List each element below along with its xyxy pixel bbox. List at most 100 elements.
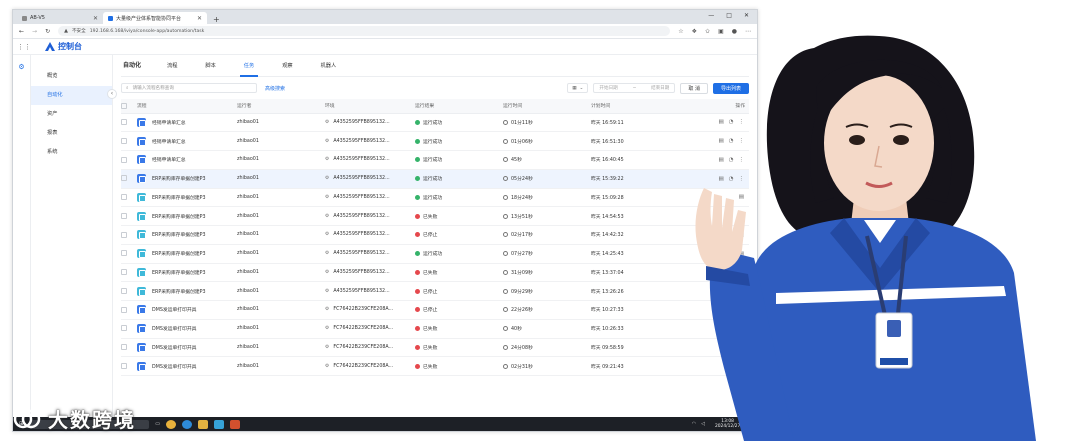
close-window-icon[interactable]: ✕ <box>744 12 749 19</box>
table-row[interactable]: 经销申请单汇总 zhibao01 ⚙ A4352595FFB895132... 运行成功… <box>121 113 749 133</box>
table-row[interactable]: ERP采购库存单据创建P3 zhibao01 ⚙ A4352595FFB895132.… <box>121 206 749 226</box>
sidebar-item-automation[interactable]: 自动化 <box>31 86 112 105</box>
browser-tab-active[interactable]: 大量级产业体系智能协同平台 ✕ <box>103 12 207 24</box>
row-checkbox-cell <box>121 300 137 320</box>
browser-tab[interactable]: AB-V5 ✕ <box>17 12 103 24</box>
cell-env: ⚙ A4352595FFB895132... <box>325 188 415 208</box>
maximize-icon[interactable]: □ <box>726 12 732 19</box>
sidebar-item-overview[interactable]: 概览 <box>31 67 112 86</box>
row-checkbox[interactable] <box>121 306 127 313</box>
cell-user: zhibao01 <box>237 150 325 170</box>
tab-task[interactable]: 任务 <box>230 55 268 77</box>
table-row[interactable]: ERP采购库存单据创建P3 zhibao01 ⚙ A4352595FFB895132.… <box>121 244 749 264</box>
cell-time: 昨天 10:27:33 <box>591 300 683 320</box>
new-tab-icon[interactable]: + <box>207 15 226 24</box>
clock-icon <box>503 138 508 144</box>
status-dot-icon <box>415 344 420 350</box>
select-all-checkbox[interactable] <box>121 102 127 109</box>
tab-observe[interactable]: 观察 <box>268 55 306 77</box>
clock-icon <box>503 251 508 257</box>
cell-duration: 05分24秒 <box>503 169 591 189</box>
table-row[interactable]: DMS发运单打印开具 zhibao01 ⚙ FC76422B239CFE208A...… <box>121 338 749 358</box>
date-range-picker[interactable]: 开始日期 ~ 结束日期 <box>593 83 676 93</box>
cell-flow: 经销申请单汇总 <box>137 150 237 170</box>
table-row[interactable]: DMS发运单打印开具 zhibao01 ⚙ FC76422B239CFE208A...… <box>121 319 749 339</box>
status-dot-icon <box>415 138 420 144</box>
table-body: 经销申请单汇总 zhibao01 ⚙ A4352595FFB895132... 运行成功… <box>121 113 749 376</box>
flow-icon <box>137 155 146 165</box>
row-checkbox[interactable] <box>121 212 127 219</box>
clock-icon <box>503 194 508 200</box>
logo-icon <box>45 42 55 51</box>
row-checkbox[interactable] <box>121 287 127 294</box>
row-checkbox[interactable] <box>121 344 127 351</box>
cell-result: 运行成功 <box>415 150 503 170</box>
folder-icon[interactable] <box>197 419 208 429</box>
row-checkbox[interactable] <box>121 156 127 163</box>
clock-icon <box>503 363 508 369</box>
minimize-icon[interactable]: — <box>708 12 714 19</box>
status-dot-icon <box>415 251 420 257</box>
table-row[interactable]: 经销申请单汇总 zhibao01 ⚙ A4352595FFB895132... 运行成功… <box>121 150 749 170</box>
table-row[interactable]: ERP采购库存单据创建P3 zhibao01 ⚙ A4352595FFB895132.… <box>121 263 749 283</box>
sidebar-item-assets[interactable]: 资产 <box>31 105 112 124</box>
duration-text: 31分09秒 <box>511 270 533 276</box>
flow-icon <box>137 117 146 127</box>
row-checkbox[interactable] <box>121 137 127 144</box>
table-row[interactable]: ERP采购库存单据创建P3 zhibao01 ⚙ A4352595FFB895132.… <box>121 169 749 189</box>
powerpoint-icon[interactable] <box>229 419 240 429</box>
settings-icon[interactable]: ⚙ <box>18 63 24 417</box>
table-row[interactable]: DMS发运单打印开具 zhibao01 ⚙ FC76422B239CFE208A...… <box>121 300 749 320</box>
status-dot-icon <box>415 326 420 332</box>
duration-text: 09分29秒 <box>511 289 533 295</box>
row-checkbox[interactable] <box>121 269 127 276</box>
cell-flow: ERP采购库存单据创建P3 <box>137 206 237 226</box>
search-input[interactable]: ⌕ 请输入流程名称查询 <box>121 83 257 93</box>
url-field[interactable]: ▲ 不安全 192.168.6.168/iviya/console-app/au… <box>58 26 671 36</box>
row-checkbox[interactable] <box>121 231 127 238</box>
cell-duration: 02分31秒 <box>503 356 591 376</box>
cell-time: 昨天 15:39:22 <box>591 169 683 189</box>
row-checkbox[interactable] <box>121 194 127 201</box>
cell-flow: ERP采购库存单据创建P3 <box>137 169 237 189</box>
row-checkbox[interactable] <box>121 325 127 332</box>
star-icon[interactable]: ☆ <box>678 28 683 35</box>
table-row[interactable]: ERP采购库存单据创建P3 zhibao01 ⚙ A4352595FFB895132.… <box>121 225 749 245</box>
tab-robot[interactable]: 机器人 <box>307 55 351 77</box>
tab-flow[interactable]: 流程 <box>153 55 191 77</box>
table-row[interactable]: 经销申请单汇总 zhibao01 ⚙ A4352595FFB895132... 运行成功… <box>121 131 749 151</box>
row-checkbox[interactable] <box>121 175 127 182</box>
row-checkbox[interactable] <box>121 362 127 369</box>
env-icon: ⚙ <box>325 288 330 294</box>
row-checkbox[interactable] <box>121 250 127 257</box>
taskview-icon[interactable]: ▭ <box>155 421 160 427</box>
cell-duration: 45秒 <box>503 150 591 170</box>
table-row[interactable]: ERP采购库存单据创建P3 zhibao01 ⚙ A4352595FFB895132.… <box>121 188 749 208</box>
tab-script[interactable]: 脚本 <box>191 55 229 77</box>
table-row[interactable]: DMS发运单打印开具 zhibao01 ⚙ FC76422B239CFE208A...… <box>121 356 749 376</box>
duration-text: 01分06秒 <box>511 139 533 145</box>
forward-icon[interactable]: → <box>32 28 37 35</box>
edge-icon[interactable] <box>181 419 192 429</box>
close-icon[interactable]: ✕ <box>197 15 202 22</box>
sidebar-item-system[interactable]: 系统 <box>31 143 112 162</box>
insecure-label: 不安全 <box>71 29 86 34</box>
watermark-text: 大数跨境 <box>48 408 136 432</box>
cell-env: ⚙ A4352595FFB895132... <box>325 225 415 245</box>
app-icon[interactable] <box>213 419 224 429</box>
env-text: FC76422B239CFE208A... <box>333 307 394 313</box>
app-grid-icon[interactable]: ⋮⋮ <box>17 43 31 51</box>
chrome-icon[interactable] <box>165 419 176 429</box>
row-checkbox[interactable] <box>121 119 127 126</box>
table-row[interactable]: ERP采购库存单据创建P3 zhibao01 ⚙ A4352595FFB895132.… <box>121 281 749 301</box>
reload-icon[interactable]: ↻ <box>45 28 50 35</box>
advanced-search-link[interactable]: 高级搜索 <box>265 85 285 92</box>
cell-user: zhibao01 <box>237 225 325 245</box>
sidebar-item-reports[interactable]: 报表 <box>31 124 112 143</box>
env-text: A4352595FFB895132... <box>333 138 390 144</box>
close-icon[interactable]: ✕ <box>93 15 98 22</box>
calendar-select[interactable]: ▦ ⌄ <box>567 83 589 93</box>
flow-name: ERP采购库存单据创建P3 <box>152 252 206 258</box>
back-icon[interactable]: ← <box>19 28 24 35</box>
flow-icon <box>137 286 146 296</box>
